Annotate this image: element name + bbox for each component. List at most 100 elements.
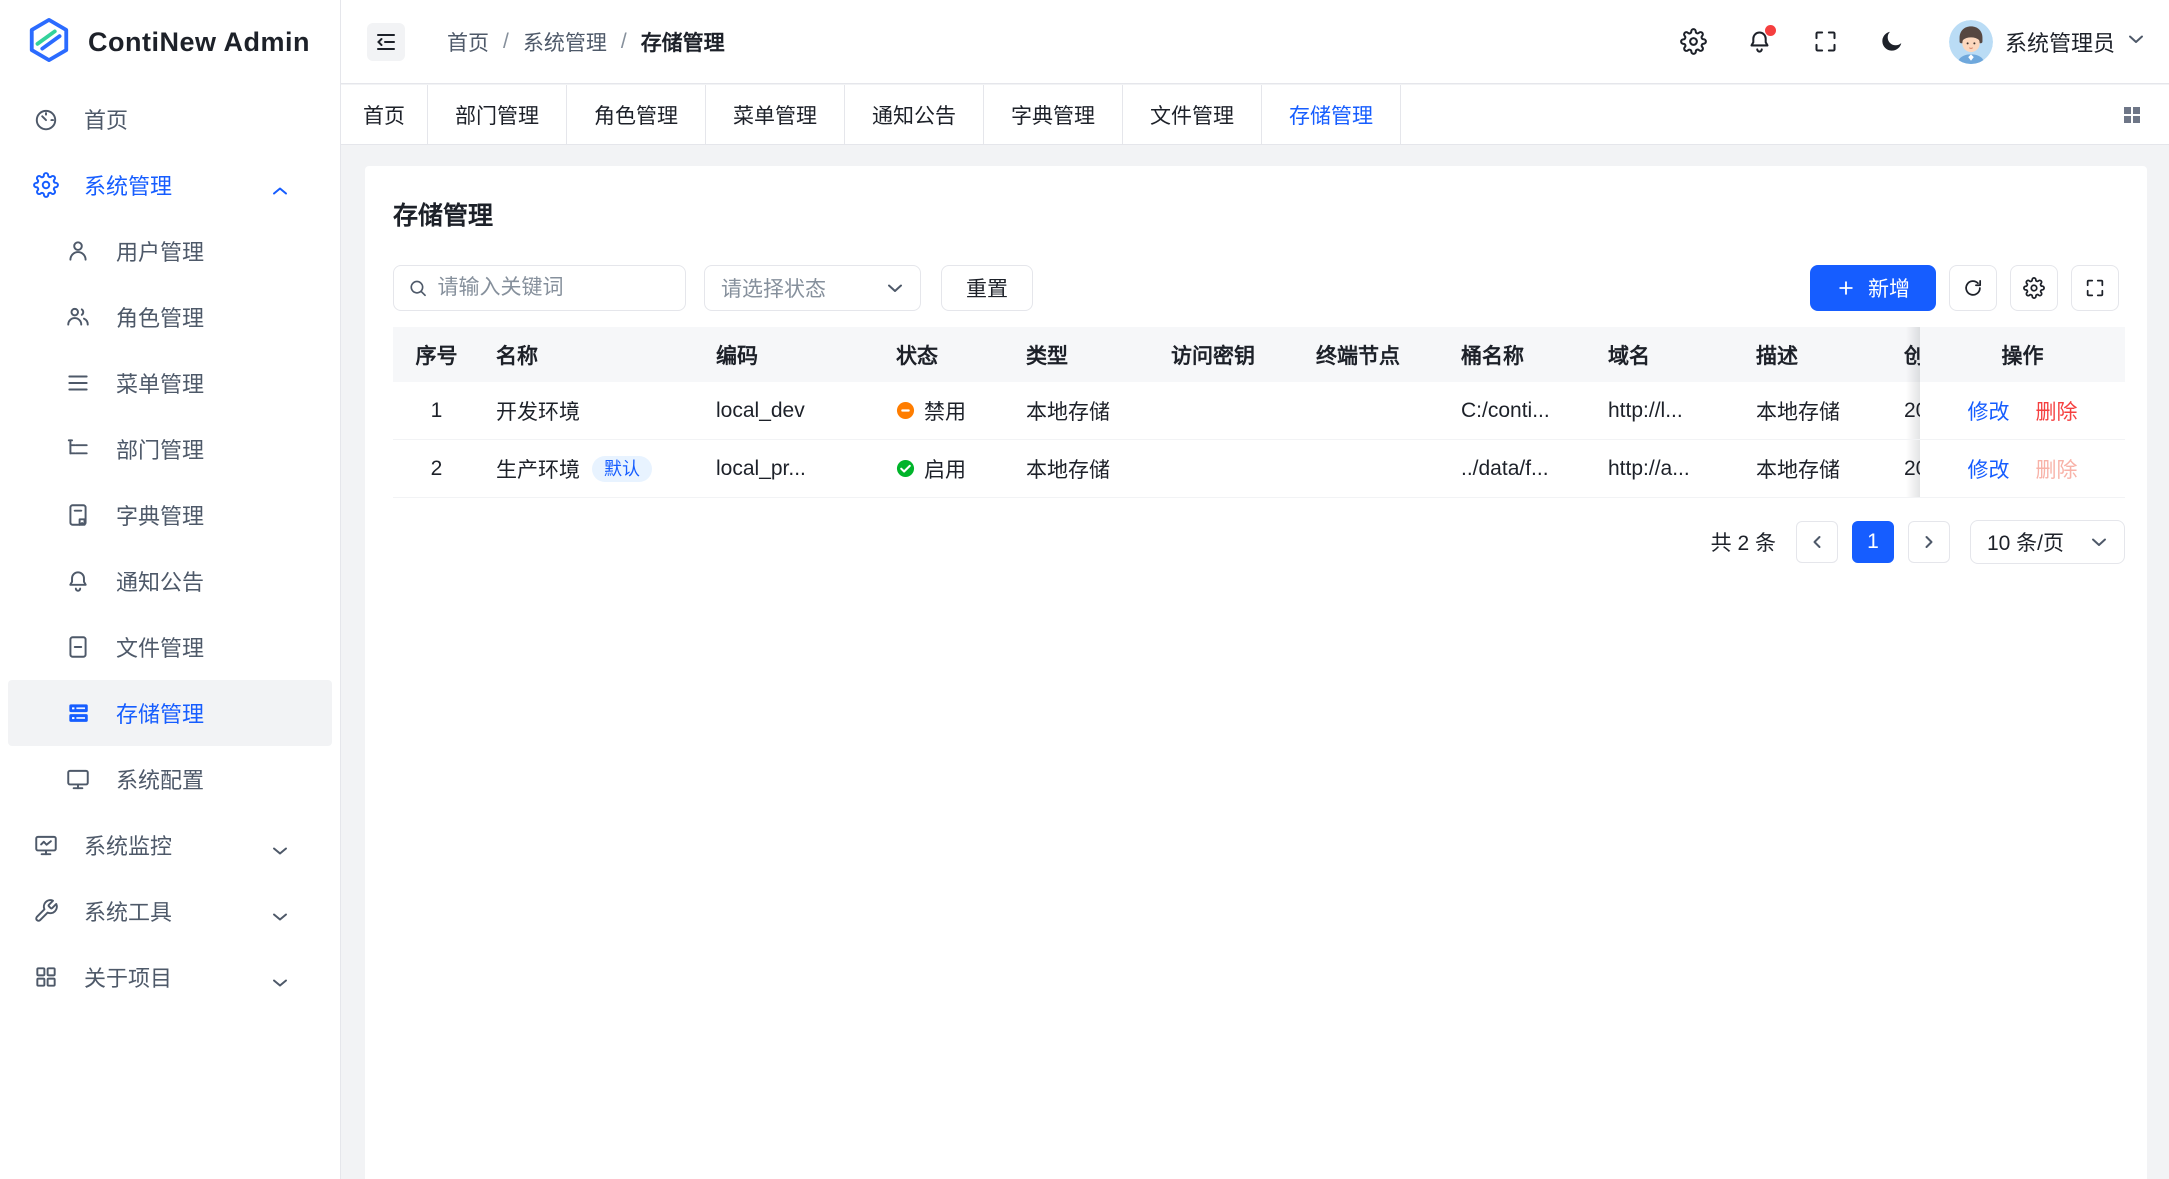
column-header: 状态 <box>880 327 1010 382</box>
tab-actions-grid-icon[interactable] <box>2115 98 2149 132</box>
cell-bucket: C:/conti... <box>1445 382 1592 440</box>
fullscreen-icon <box>2084 277 2106 299</box>
cell-index: 1 <box>393 382 480 440</box>
sidebar-item-config[interactable]: 系统配置 <box>8 746 332 812</box>
add-button[interactable]: 新增 <box>1810 265 1936 311</box>
table-row: 2 生产环境 默认 local_pr... 启用 本地存储 <box>393 440 2125 498</box>
cell-endpoint <box>1300 382 1445 440</box>
sidebar-item-label: 菜单管理 <box>116 367 204 399</box>
sidebar-item-dictionary[interactable]: 字典管理 <box>8 482 332 548</box>
toolbar-right: 新增 <box>1810 265 2119 311</box>
search-icon <box>408 277 428 299</box>
table-row: 1 开发环境 local_dev 禁用 本地存储 C:/conti... htt… <box>393 382 2125 440</box>
chevron-down-icon <box>886 281 904 295</box>
cell-domain: http://l... <box>1592 382 1740 440</box>
sidebar-item-label: 系统管理 <box>84 169 172 201</box>
delete-link-disabled[interactable]: 删除 <box>2036 454 2078 484</box>
sidebar-item-files[interactable]: 文件管理 <box>8 614 332 680</box>
toolbar: 请选择状态 重置 新增 <box>393 265 2119 311</box>
tab-menus[interactable]: 菜单管理 <box>706 85 845 144</box>
app-logo[interactable]: ContiNew Admin <box>0 0 340 84</box>
pagination: 共 2 条 1 10 条/页 <box>393 520 2125 564</box>
avatar <box>1949 20 1993 64</box>
cell-name: 生产环境 默认 <box>480 440 700 498</box>
user-name: 系统管理员 <box>2005 26 2115 58</box>
cell-description: 本地存储 <box>1740 382 1888 440</box>
book-bookmark-icon <box>65 502 91 528</box>
server-stack-icon <box>65 700 91 726</box>
cell-endpoint <box>1300 440 1445 498</box>
tab-notices[interactable]: 通知公告 <box>845 85 984 144</box>
column-header: 描述 <box>1740 327 1888 382</box>
tab-files[interactable]: 文件管理 <box>1123 85 1262 144</box>
page-size-select[interactable]: 10 条/页 <box>1970 520 2125 564</box>
refresh-button[interactable] <box>1949 265 1997 311</box>
fullscreen-icon[interactable] <box>1811 27 1841 57</box>
settings-icon[interactable] <box>1679 27 1709 57</box>
user-menu[interactable]: 系统管理员 <box>1949 20 2145 64</box>
storage-card: 存储管理 请选择状态 重置 新增 <box>365 166 2147 1179</box>
sidebar-item-storage[interactable]: 存储管理 <box>8 680 332 746</box>
cell-actions: 修改 删除 <box>1920 440 2125 498</box>
breadcrumb-current: 存储管理 <box>641 27 725 57</box>
cell-type: 本地存储 <box>1010 440 1155 498</box>
status-select-placeholder: 请选择状态 <box>721 273 826 303</box>
breadcrumb-separator: / <box>503 30 509 54</box>
sidebar-item-system[interactable]: 系统管理 <box>8 152 332 218</box>
tab-departments[interactable]: 部门管理 <box>428 85 567 144</box>
sidebar-item-about[interactable]: 关于项目 <box>8 944 332 1010</box>
column-header: 类型 <box>1010 327 1155 382</box>
breadcrumb-system[interactable]: 系统管理 <box>523 27 607 57</box>
collapse-sidebar-button[interactable] <box>367 23 405 61</box>
notification-bell-icon[interactable] <box>1745 27 1775 57</box>
sidebar-item-departments[interactable]: 部门管理 <box>8 416 332 482</box>
page-number-button[interactable]: 1 <box>1852 521 1894 563</box>
notification-badge <box>1765 25 1776 36</box>
person-icon <box>65 238 91 264</box>
tab-storage[interactable]: 存储管理 <box>1262 85 1401 144</box>
tab-roles[interactable]: 角色管理 <box>567 85 706 144</box>
table-settings-button[interactable] <box>2010 265 2058 311</box>
column-header: 桶名称 <box>1445 327 1592 382</box>
next-page-button[interactable] <box>1908 521 1950 563</box>
sidebar-item-users[interactable]: 用户管理 <box>8 218 332 284</box>
tab-home[interactable]: 首页 <box>341 85 428 144</box>
keyword-search <box>393 265 686 311</box>
cell-code: local_pr... <box>700 440 880 498</box>
dark-mode-moon-icon[interactable] <box>1877 27 1907 57</box>
chevron-down-icon <box>272 838 288 852</box>
column-header: 域名 <box>1592 327 1740 382</box>
tab-dictionary[interactable]: 字典管理 <box>984 85 1123 144</box>
prev-page-button[interactable] <box>1796 521 1838 563</box>
cell-index: 2 <box>393 440 480 498</box>
grid-outline-icon <box>33 964 59 990</box>
sidebar-item-monitoring[interactable]: 系统监控 <box>8 812 332 878</box>
reset-button[interactable]: 重置 <box>941 265 1033 311</box>
menu-fold-icon <box>374 30 398 54</box>
plus-icon <box>1836 278 1856 298</box>
app-title: ContiNew Admin <box>88 27 310 58</box>
sidebar-item-menus[interactable]: 菜单管理 <box>8 350 332 416</box>
sidebar-item-roles[interactable]: 角色管理 <box>8 284 332 350</box>
monitor-icon <box>65 766 91 792</box>
column-header: 名称 <box>480 327 700 382</box>
status-select[interactable]: 请选择状态 <box>704 265 921 311</box>
edit-link[interactable]: 修改 <box>1968 454 2010 484</box>
breadcrumb-home[interactable]: 首页 <box>447 27 489 57</box>
sidebar-item-notices[interactable]: 通知公告 <box>8 548 332 614</box>
sidebar-item-label: 系统监控 <box>84 829 172 861</box>
delete-link[interactable]: 删除 <box>2036 396 2078 426</box>
table-body: 1 开发环境 local_dev 禁用 本地存储 C:/conti... htt… <box>393 382 2125 498</box>
sidebar-item-home[interactable]: 首页 <box>8 86 332 152</box>
search-input[interactable] <box>438 276 671 300</box>
table-fullscreen-button[interactable] <box>2071 265 2119 311</box>
column-header: 访问密钥 <box>1155 327 1300 382</box>
people-icon <box>65 304 91 330</box>
cell-status: 启用 <box>880 440 1010 498</box>
edit-link[interactable]: 修改 <box>1968 396 2010 426</box>
column-header: 终端节点 <box>1300 327 1445 382</box>
chevron-up-icon <box>272 178 288 192</box>
cell-type: 本地存储 <box>1010 382 1155 440</box>
tree-list-icon <box>65 436 91 462</box>
sidebar-item-tools[interactable]: 系统工具 <box>8 878 332 944</box>
